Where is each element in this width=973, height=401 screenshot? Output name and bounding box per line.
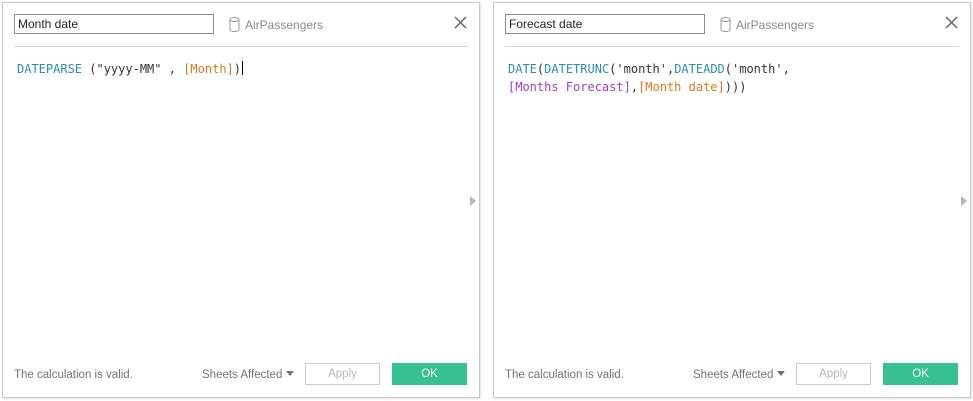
formula-parameter: [Months Forecast] (508, 80, 631, 94)
formula-text: , (630, 80, 639, 94)
calculation-dialog-month-date: AirPassengers DATEPARSE ("yyyy-MM" , [Mo… (2, 2, 480, 398)
datasource-label: AirPassengers (245, 18, 324, 32)
close-icon[interactable] (944, 15, 959, 30)
close-icon[interactable] (453, 15, 468, 30)
header-divider (14, 46, 468, 47)
expand-panel-icon[interactable] (469, 196, 477, 206)
expand-panel-icon[interactable] (960, 196, 968, 206)
formula-text: , (161, 62, 184, 76)
formula-function: DATEADD (674, 62, 725, 76)
sheets-affected-label: Sheets Affected (202, 369, 283, 381)
header-divider (505, 46, 959, 47)
calculation-name-input[interactable] (14, 14, 214, 34)
datasource-label: AirPassengers (736, 18, 815, 32)
formula-text: ) (233, 62, 242, 76)
formula-function: DATE (508, 62, 537, 76)
apply-button[interactable]: Apply (305, 363, 380, 385)
formula-text: ))) (724, 80, 747, 94)
formula-editor[interactable]: DATE(DATETRUNC('month',DATEADD('month', … (508, 60, 946, 96)
apply-button[interactable]: Apply (796, 363, 871, 385)
formula-editor[interactable]: DATEPARSE ("yyyy-MM" , [Month]) (17, 60, 455, 78)
ok-button[interactable]: OK (883, 363, 958, 385)
formula-field: [Month date] (638, 80, 725, 94)
formula-text: ('month', (724, 62, 790, 76)
formula-text: ('month', (609, 62, 675, 76)
sheets-affected-dropdown[interactable]: Sheets Affected (202, 369, 295, 381)
chevron-down-icon (286, 371, 295, 376)
calculation-name-input[interactable] (505, 14, 705, 34)
sheets-affected-label: Sheets Affected (693, 369, 774, 381)
database-icon (720, 17, 731, 32)
calculation-dialog-forecast-date: AirPassengers DATE(DATETRUNC('month',DAT… (493, 2, 971, 398)
sheets-affected-dropdown[interactable]: Sheets Affected (693, 369, 786, 381)
chevron-down-icon (777, 371, 786, 376)
formula-text: ( (82, 62, 97, 76)
formula-string: "yyyy-MM" (96, 62, 162, 76)
formula-function: DATEPARSE (17, 62, 83, 76)
ok-button[interactable]: OK (392, 363, 467, 385)
database-icon (229, 17, 240, 32)
formula-field: [Month] (183, 62, 234, 76)
text-cursor (242, 61, 244, 75)
validation-status: The calculation is valid. (14, 369, 133, 381)
validation-status: The calculation is valid. (505, 369, 624, 381)
formula-function: DATETRUNC (544, 62, 610, 76)
